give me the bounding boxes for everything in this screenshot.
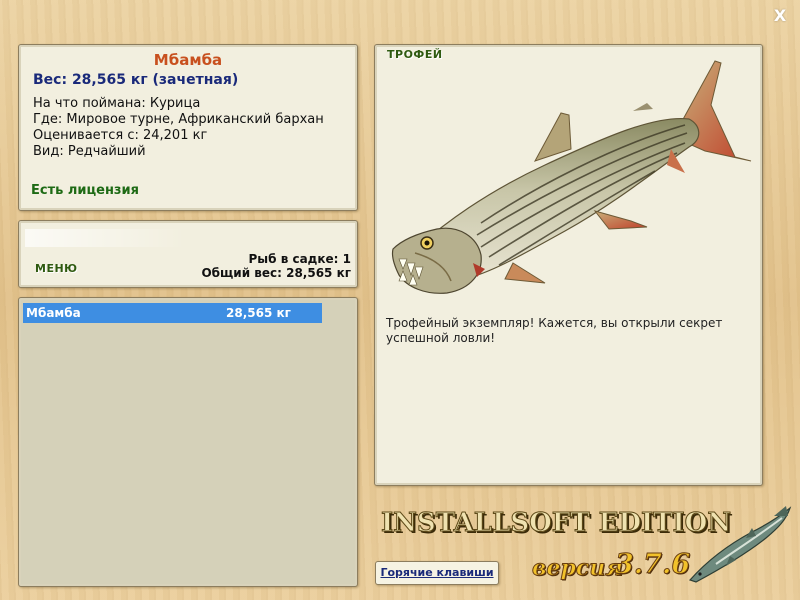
cage-count: Рыб в садке: 1 bbox=[248, 252, 352, 266]
list-item-weight: 28,565 кг bbox=[226, 306, 291, 320]
trophy-description: Трофейный экземпляр! Кажется, вы открыли… bbox=[386, 316, 723, 345]
sturgeon-icon bbox=[688, 506, 792, 583]
version-word: версия bbox=[532, 555, 624, 582]
trophy-panel: ТРОФЕЙ Трофейный экземпляр! Кажется, вы … bbox=[374, 44, 763, 486]
version-number: 3.7.6 bbox=[614, 549, 691, 581]
fish-info-panel: Мбамба Вес: 28,565 кг (зачетная) На что … bbox=[18, 44, 358, 211]
hotkeys-label: Горячие клавиши bbox=[380, 566, 494, 579]
hotkeys-button[interactable]: Горячие клавиши bbox=[375, 561, 499, 585]
list-item[interactable]: Мбамба 28,565 кг bbox=[23, 303, 322, 323]
menu-header-bar bbox=[25, 229, 185, 247]
catch-list[interactable]: Мбамба 28,565 кг bbox=[18, 297, 358, 587]
list-item-name: Мбамба bbox=[26, 306, 81, 320]
menu-panel: МЕНЮ Рыб в садке: 1 Общий вес: 28,565 кг bbox=[18, 220, 358, 288]
close-icon[interactable]: X bbox=[771, 7, 789, 25]
license-status: Есть лицензия bbox=[31, 183, 139, 198]
menu-button[interactable]: МЕНЮ bbox=[35, 262, 78, 275]
value-line: Оценивается с: 24,201 кг bbox=[33, 128, 208, 143]
kind-line: Вид: Редчайший bbox=[33, 144, 146, 159]
fish-name: Мбамба bbox=[153, 51, 223, 69]
total-weight: Общий вес: 28,565 кг bbox=[201, 266, 351, 280]
location-line: Где: Мировое турне, Африканский бархан bbox=[33, 112, 324, 127]
bait-line: На что поймана: Курица bbox=[33, 96, 201, 111]
edition-logo: INSTALLSOFT EDITION bbox=[380, 508, 732, 539]
tigerfish-image bbox=[391, 60, 752, 294]
fish-weight: Вес: 28,565 кг (зачетная) bbox=[33, 72, 239, 88]
